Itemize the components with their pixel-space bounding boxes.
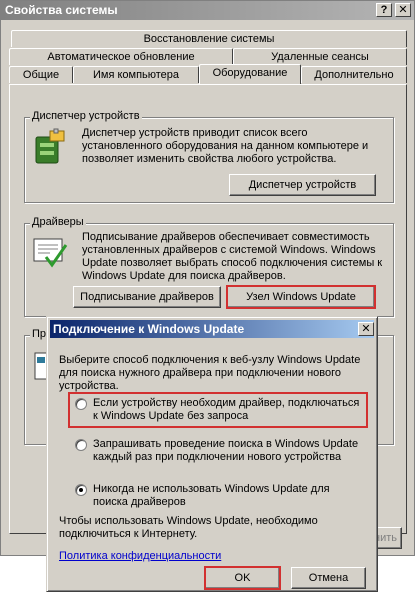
option-never-use[interactable]: Никогда не использовать Windows Update д… xyxy=(69,482,367,512)
device-manager-button[interactable]: Диспетчер устройств xyxy=(229,174,376,196)
drivers-description: Подписывание драйверов обеспечивает совм… xyxy=(82,231,383,282)
tab-system-restore[interactable]: Восстановление системы xyxy=(11,30,407,47)
option-ask-each-time-label: Запрашивать проведение поиска в Windows … xyxy=(93,438,359,463)
option-never-use-radio[interactable] xyxy=(75,484,87,496)
cancel-button[interactable]: Отмена xyxy=(291,567,366,589)
window-title: Свойства системы xyxy=(5,3,118,17)
device-manager-icon xyxy=(32,127,68,167)
tab-general[interactable]: Общие xyxy=(9,66,73,83)
option-auto-connect-label: Если устройству необходим драйвер, подкл… xyxy=(93,397,360,422)
tab-advanced[interactable]: Дополнительно xyxy=(301,66,407,83)
tab-hardware[interactable]: Оборудование xyxy=(199,64,301,84)
windows-update-connection-dialog: Подключение к Windows Update ✕ Выберите … xyxy=(46,316,378,592)
dialog-intro-text: Выберите способ подключения к веб-узлу W… xyxy=(59,354,361,392)
ok-button[interactable]: OK xyxy=(204,566,281,590)
dialog-footer-note: Чтобы использовать Windows Update, необх… xyxy=(59,515,318,540)
tab-remote[interactable]: Удаленные сеансы xyxy=(233,48,407,65)
option-never-use-label: Никогда не использовать Windows Update д… xyxy=(93,483,330,508)
device-manager-description: Диспетчер устройств приводит список всег… xyxy=(82,127,369,165)
tab-computer-name[interactable]: Имя компьютера xyxy=(73,66,199,83)
tab-automatic-updates[interactable]: Автоматическое обновление xyxy=(9,48,233,65)
option-auto-connect-radio[interactable] xyxy=(75,398,87,410)
window-title-bar[interactable]: Свойства системы xyxy=(1,1,414,20)
driver-signing-button[interactable]: Подписывание драйверов xyxy=(73,286,221,308)
dialog-title: Подключение к Windows Update xyxy=(53,322,245,336)
option-ask-each-time[interactable]: Запрашивать проведение поиска в Windows … xyxy=(69,437,367,467)
dialog-title-bar[interactable]: Подключение к Windows Update xyxy=(50,320,374,338)
drivers-group-title: Драйверы xyxy=(30,216,86,228)
driver-signing-icon xyxy=(32,235,68,269)
device-manager-group-title: Диспетчер устройств xyxy=(30,110,142,122)
window-close-button[interactable]: ✕ xyxy=(395,3,411,17)
help-button[interactable]: ? xyxy=(376,3,392,17)
privacy-policy-link[interactable]: Политика конфиденциальности xyxy=(59,550,221,562)
windows-update-button[interactable]: Узел Windows Update xyxy=(226,285,376,309)
radio-selected-dot xyxy=(79,488,83,492)
dialog-close-button[interactable]: ✕ xyxy=(358,322,374,336)
option-ask-each-time-radio[interactable] xyxy=(75,439,87,451)
option-auto-connect[interactable]: Если устройству необходим драйвер, подкл… xyxy=(68,392,368,428)
